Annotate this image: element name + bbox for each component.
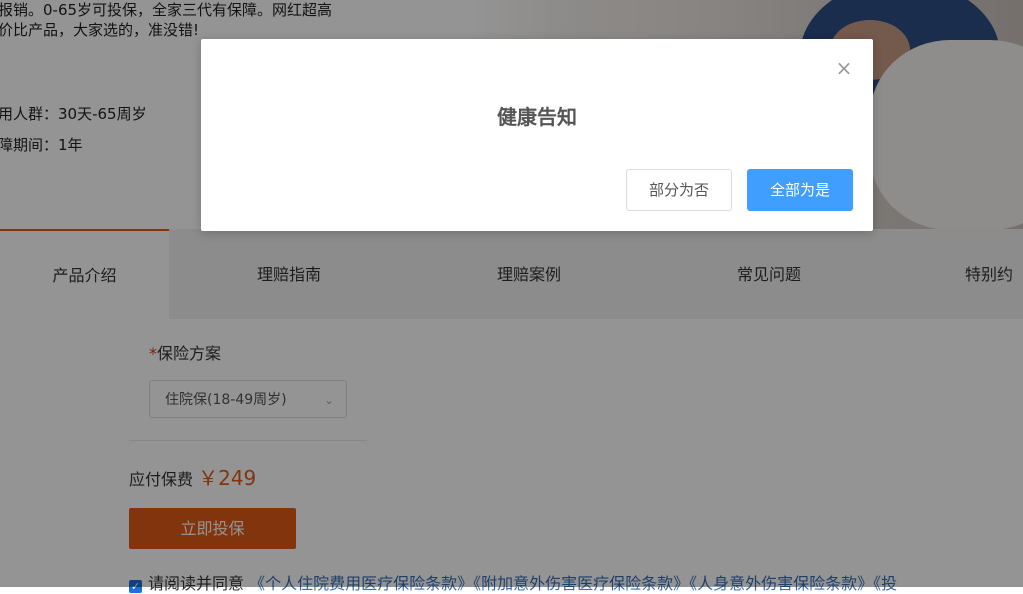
all-yes-button[interactable]: 全部为是 <box>747 169 853 211</box>
health-notice-dialog: × 健康告知 部分为否 全部为是 <box>201 39 873 231</box>
partial-no-button[interactable]: 部分为否 <box>626 169 732 211</box>
dialog-title: 健康告知 <box>497 105 577 129</box>
close-icon[interactable]: × <box>835 58 853 78</box>
